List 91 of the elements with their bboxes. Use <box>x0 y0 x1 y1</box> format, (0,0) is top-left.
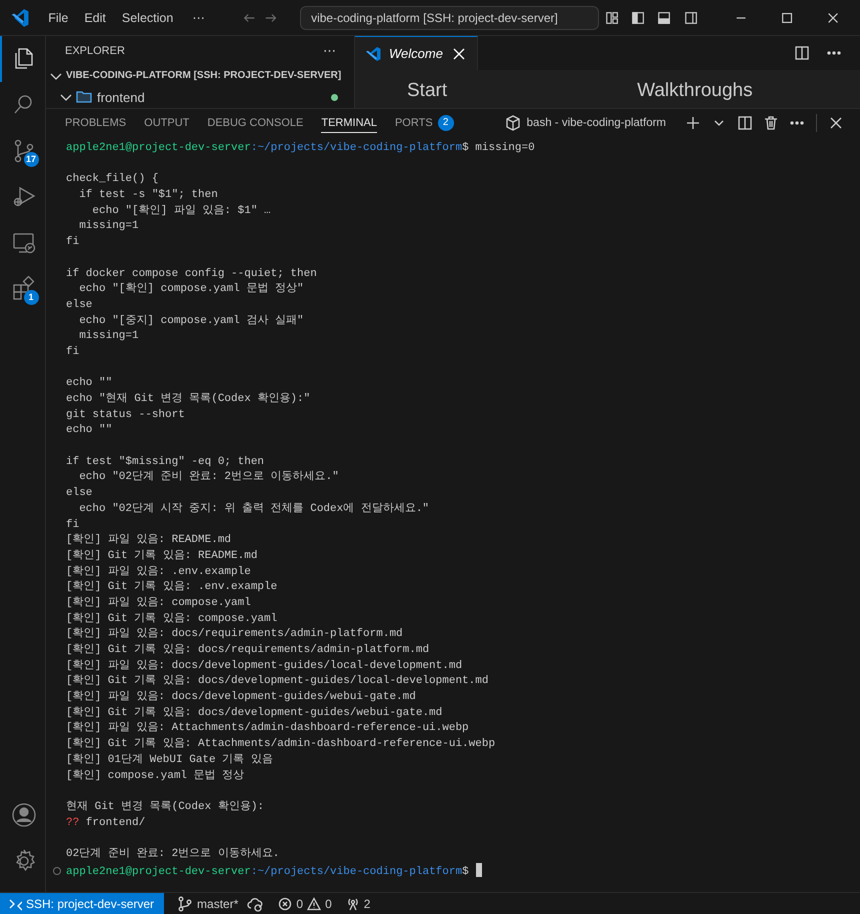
terminal-output-line: [확인] compose.yaml 문법 정상 <box>66 768 244 784</box>
terminal-output-line: [확인] Git 기록 있음: docs/development-guides/webui-gate.md <box>66 706 442 721</box>
terminal-output-line: [확인] 파일 있음: docs/development-guides/local-development.md <box>66 658 462 674</box>
cloud-sync-icon[interactable] <box>247 896 264 912</box>
terminal-output-line: else <box>66 298 92 313</box>
terminal-output-line: [확인] Git 기록 있음: Attachments/admin-dashboard-reference-ui.webp <box>66 737 496 752</box>
terminal-output-line: if test -s "$1"; then <box>78 188 218 204</box>
terminal-selector[interactable]: bash - vibe-coding-platform <box>498 114 672 132</box>
terminal-output-line: [확인] 파일 있음: Attachments/admin-dashboard-reference-ui.webp <box>66 721 469 736</box>
terminal-output-line: check_file() { <box>66 172 158 188</box>
terminal-output-line: echo "[확인] compose.yaml 문법 정상" <box>78 282 304 298</box>
command-decoration-icon <box>53 866 61 875</box>
terminal-output-line: echo "" <box>66 376 112 392</box>
terminal-output-line: echo "[확인] 파일 있음: $1" … <box>91 204 271 219</box>
ports-button[interactable]: 2 <box>338 893 378 914</box>
menu-item[interactable]: Edit <box>77 6 113 28</box>
terminal-output-line: [확인] Git 기록 있음: README.md <box>66 548 258 564</box>
terminal-output-line: [확인] Git 기록 있음: compose.yaml <box>66 612 278 627</box>
layout-panels-icon[interactable] <box>605 10 620 26</box>
terminal-output-line: if docker compose config --quiet; then <box>66 266 317 282</box>
terminal-output-line: [확인] Git 기록 있음: .env.example <box>66 580 278 596</box>
antenna-icon <box>346 896 360 910</box>
panel-tab[interactable]: DEBUG CONSOLE <box>207 113 304 133</box>
terminal-output-line: [확인] 파일 있음: compose.yaml <box>66 596 251 611</box>
remote-indicator-button[interactable]: SSH: project-dev-server <box>0 893 164 914</box>
toggle-secondary-sidebar-icon[interactable] <box>684 10 698 26</box>
editor-tab[interactable]: Welcome <box>355 36 478 70</box>
sidebar-title: EXPLORER <box>65 44 126 57</box>
terminal-output-line: [확인] 파일 있음: docs/development-guides/webui-gate.md <box>66 690 416 706</box>
section-heading: Start <box>407 80 448 102</box>
terminal-output-line: [확인] 01단계 WebUI Gate 기록 있음 <box>66 752 273 768</box>
toggle-panel-icon[interactable] <box>657 10 672 26</box>
terminal-output-line: missing=1 <box>78 219 139 234</box>
remote-icon <box>8 896 22 910</box>
close-icon[interactable] <box>828 115 844 131</box>
terminal-output-line: echo "[중지] compose.yaml 검사 실패" <box>78 314 304 329</box>
panel-tab[interactable]: PORTS 2 <box>394 111 454 135</box>
close-icon[interactable] <box>450 46 467 62</box>
workspace-folder-item[interactable]: VIBE-CODING-PLATFORM [SSH: PROJECT-DEV-SERVER] <box>46 65 354 87</box>
folder-tree-item[interactable]: frontend <box>46 86 354 108</box>
terminal-output-line: echo "02단계 시작 중지: 위 출력 전체를 Codex에 전달하세요." <box>78 502 430 517</box>
terminal-output-line: [확인] Git 기록 있음: docs/development-guides/local-development.md <box>66 674 488 690</box>
terminal-output-line: 02단계 준비 완료: 2번으로 이동하세요. <box>66 846 280 862</box>
terminal-icon <box>504 115 521 131</box>
extensions-icon <box>10 276 36 302</box>
account-icon <box>10 802 36 828</box>
terminal-output-line: echo "" <box>66 423 112 438</box>
terminal-prompt-line: apple2ne1@project-dev-server:~/projects/vibe-coding-platform$ <box>66 862 482 878</box>
error-icon <box>278 896 292 910</box>
split-terminal-icon[interactable] <box>737 115 753 131</box>
terminal-output-line: [확인] Git 기록 있음: docs/requirements/admin-platform.md <box>66 643 430 658</box>
terminal-output-line: git status --short <box>66 408 185 423</box>
branch-icon <box>177 896 194 912</box>
menu-item[interactable]: File <box>41 6 76 28</box>
terminal-output-line: echo "현재 Git 변경 목록(Codex 확인용):" <box>66 392 310 407</box>
section-heading: Walkthroughs <box>637 80 753 102</box>
more-menu-button[interactable]: ⋯ <box>185 6 212 29</box>
problems-button[interactable]: 0 0 <box>271 893 339 914</box>
terminal-output-line: [확인] 파일 있음: docs/requirements/admin-platform.md <box>66 627 403 642</box>
change-indicator-dot <box>331 94 338 101</box>
branch-button[interactable]: master* <box>170 893 246 914</box>
warning-icon <box>307 896 322 910</box>
count-badge: 1 <box>24 290 38 305</box>
add-icon[interactable] <box>685 115 701 131</box>
terminal-output-line: fi <box>66 518 80 532</box>
trash-icon[interactable] <box>763 115 779 131</box>
terminal-output-line: fi <box>66 235 80 250</box>
count-badge: 2 <box>438 115 454 131</box>
app-logo-icon <box>365 46 381 62</box>
extensions-button[interactable]: 1 <box>0 266 46 312</box>
count-badge: 17 <box>24 152 38 167</box>
more-actions-button[interactable]: ⋯ <box>317 42 342 60</box>
terminal-prompt-line: apple2ne1@project-dev-server:~/projects/vibe-coding-platform$ missing=0 <box>66 141 535 156</box>
source-control-button[interactable]: 17 <box>0 128 46 174</box>
panel-tab[interactable]: TERMINAL <box>321 113 377 133</box>
toggle-sidebar-icon[interactable] <box>631 10 646 26</box>
terminal-output-line: ?? frontend/ <box>66 816 146 831</box>
folder-icon <box>76 89 92 106</box>
terminal-output-line: [확인] 파일 있음: README.md <box>66 533 232 548</box>
terminal-output-line: [확인] 파일 있음: .env.example <box>66 564 251 580</box>
terminal-output-line: if test "$missing" -eq 0; then <box>66 454 264 470</box>
terminal-output-line: echo "02단계 준비 완료: 2번으로 이동하세요." <box>78 470 339 486</box>
menu-item[interactable]: Selection <box>114 6 180 28</box>
terminal-output-line: 현재 Git 변경 목록(Codex 확인용): <box>66 800 264 815</box>
terminal-output-line: missing=1 <box>78 329 139 344</box>
terminal-output-line: fi <box>66 344 80 360</box>
panel-tab[interactable]: OUTPUT <box>144 113 190 133</box>
command-center-field[interactable]: vibe-coding-platform [SSH: project-dev-server] <box>300 6 600 30</box>
split-editor-icon[interactable] <box>794 45 810 61</box>
terminal-output-line: else <box>66 486 92 502</box>
panel-tab[interactable]: PROBLEMS <box>65 113 126 133</box>
